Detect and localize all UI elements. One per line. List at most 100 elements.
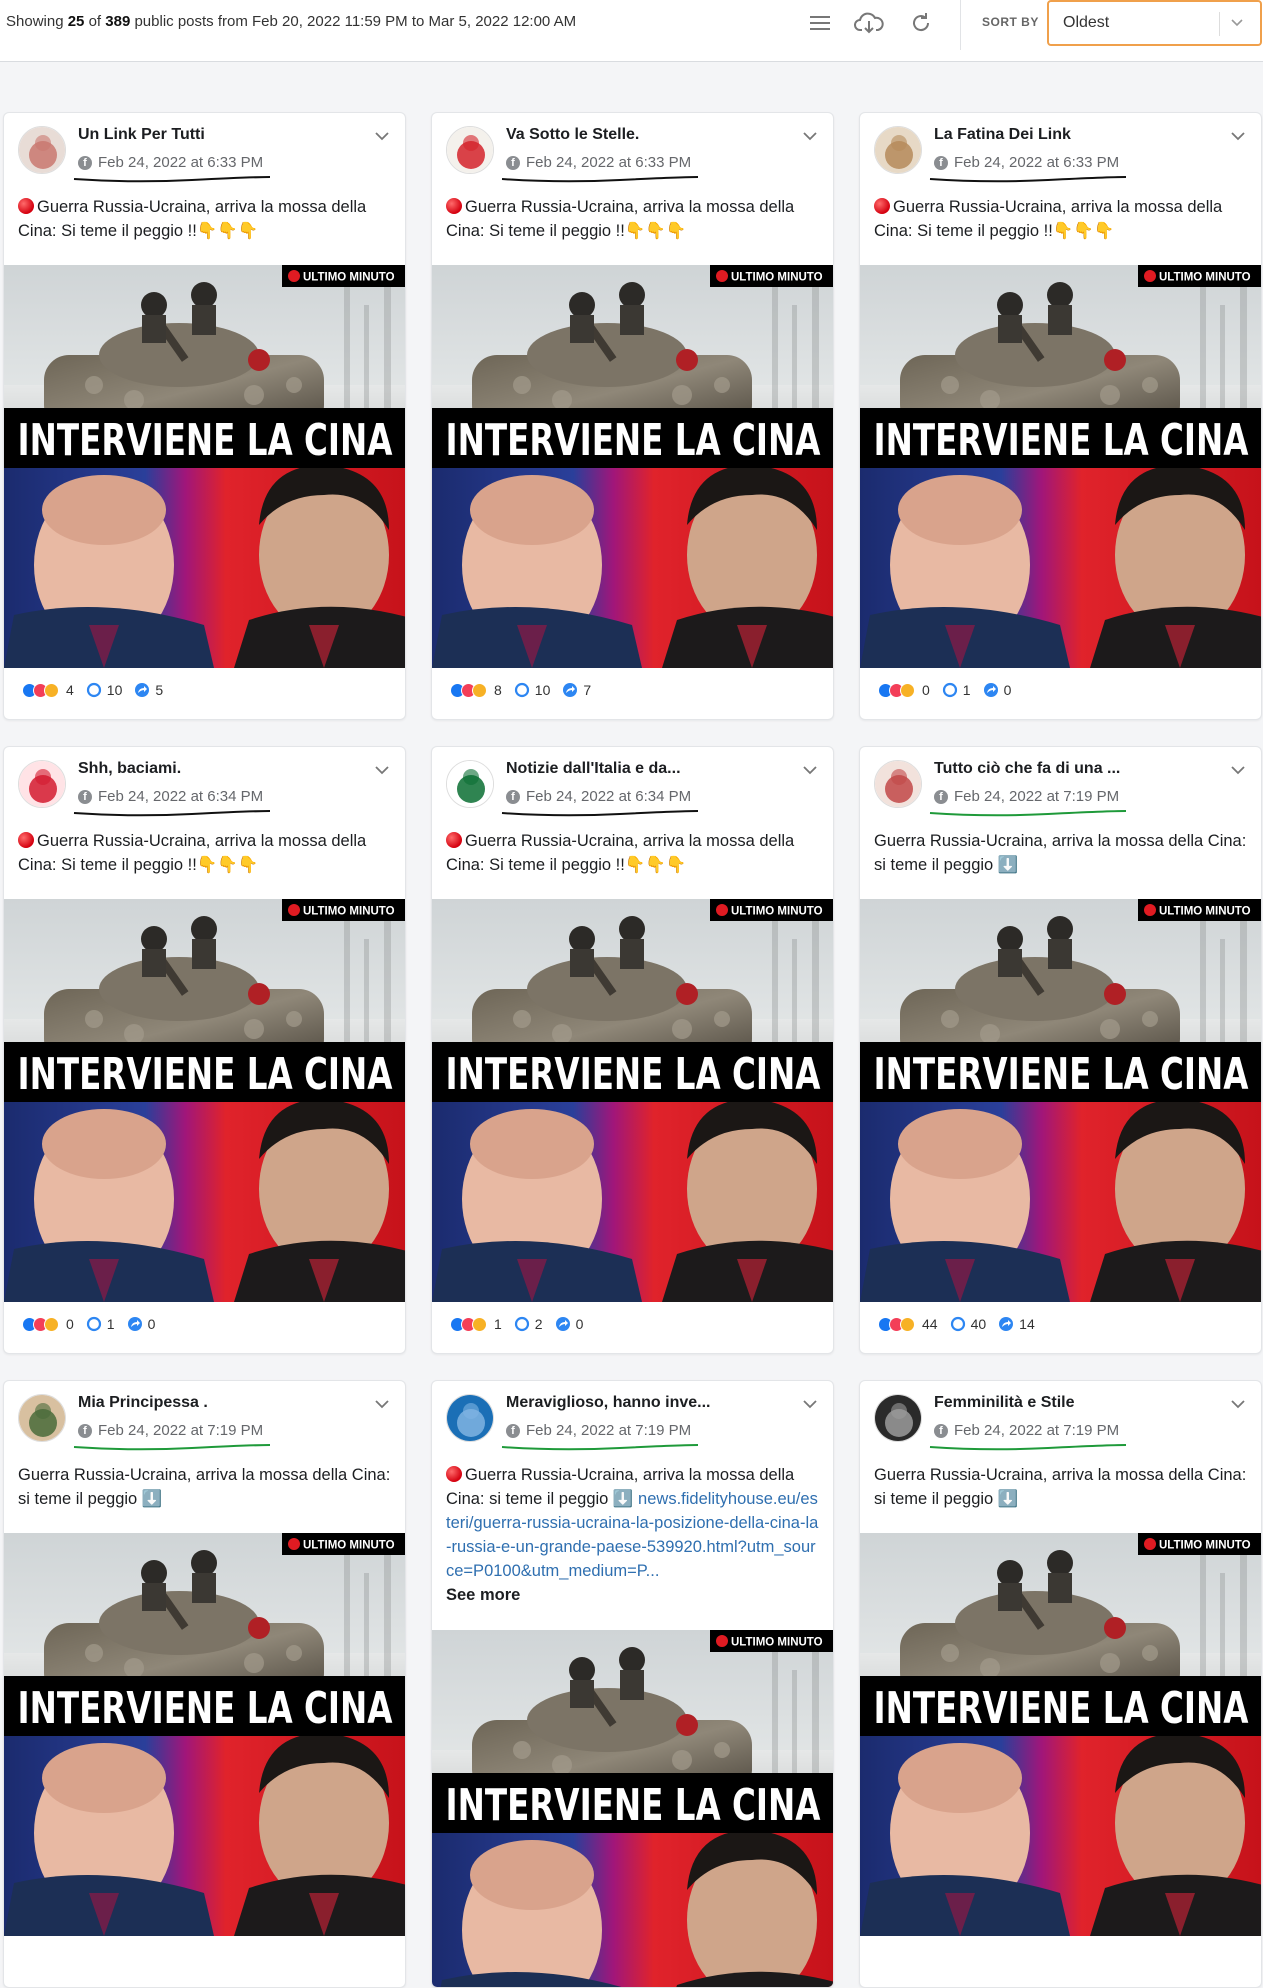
facebook-icon: f (934, 1423, 948, 1438)
comments-stat[interactable]: 1 (86, 1316, 115, 1332)
avatar[interactable] (18, 126, 66, 174)
post-card: Notizie dall'Italia e da... f Feb 24, 20… (431, 746, 834, 1354)
post-date[interactable]: Feb 24, 2022 at 7:19 PM (98, 1422, 263, 1439)
post-date[interactable]: Feb 24, 2022 at 6:34 PM (98, 788, 263, 805)
post-meta: f Feb 24, 2022 at 7:19 PM (78, 1422, 263, 1439)
post-date[interactable]: Feb 24, 2022 at 7:19 PM (954, 788, 1119, 805)
comments-stat[interactable]: 1 (942, 682, 971, 698)
post-date[interactable]: Feb 24, 2022 at 7:19 PM (526, 1422, 691, 1439)
post-media[interactable]: INTERVIENE LA CINA ULTIMO MINUTO (432, 1630, 834, 1988)
cloud-download-icon[interactable] (852, 8, 886, 38)
handwritten-underline (73, 810, 271, 817)
post-text: Guerra Russia-Ucraina, arriva la mossa d… (18, 198, 367, 240)
comments-stat[interactable]: 10 (86, 682, 122, 698)
shares-stat[interactable]: 7 (562, 682, 591, 698)
post-image[interactable]: INTERVIENE LA CINA ULTIMO MINUTO (4, 265, 406, 668)
reactions-stat[interactable]: 0 (878, 682, 930, 698)
post-menu-chevron-icon[interactable] (1229, 127, 1247, 150)
avatar[interactable] (874, 760, 922, 808)
post-image[interactable]: INTERVIENE LA CINA ULTIMO MINUTO (432, 1630, 834, 1988)
avatar[interactable] (446, 1394, 494, 1442)
author-name[interactable]: La Fatina Dei Link (934, 126, 1071, 144)
post-image[interactable]: INTERVIENE LA CINA ULTIMO MINUTO (860, 1533, 1262, 1936)
reactions-stat[interactable]: 4 (22, 682, 74, 698)
reactions-stat[interactable]: 44 (878, 1316, 938, 1332)
shares-stat[interactable]: 14 (998, 1316, 1035, 1332)
facebook-icon: f (934, 789, 948, 804)
post-media[interactable]: INTERVIENE LA CINA ULTIMO MINUTO (432, 899, 834, 1302)
post-date[interactable]: Feb 24, 2022 at 6:33 PM (98, 154, 263, 171)
reactions-stat[interactable]: 8 (450, 682, 502, 698)
image-headline: INTERVIENE LA CINA (18, 1683, 393, 1734)
post-menu-chevron-icon[interactable] (373, 1395, 391, 1418)
author-name[interactable]: Va Sotto le Stelle. (506, 126, 639, 144)
facebook-icon: f (506, 789, 520, 804)
post-image[interactable]: INTERVIENE LA CINA ULTIMO MINUTO (432, 899, 834, 1302)
comments-stat[interactable]: 10 (514, 682, 550, 698)
post-image[interactable]: INTERVIENE LA CINA ULTIMO MINUTO (860, 899, 1262, 1302)
shares-stat[interactable]: 0 (555, 1316, 583, 1332)
author-name[interactable]: Mia Principessa . (78, 1394, 208, 1412)
sort-select[interactable]: Oldest (1047, 0, 1262, 46)
share-icon (555, 1317, 570, 1331)
image-headline: INTERVIENE LA CINA (18, 415, 393, 466)
post-menu-chevron-icon[interactable] (1229, 1395, 1247, 1418)
post-media[interactable]: INTERVIENE LA CINA ULTIMO MINUTO (860, 265, 1262, 668)
post-media[interactable]: INTERVIENE LA CINA ULTIMO MINUTO (432, 265, 834, 668)
image-badge: ULTIMO MINUTO (731, 906, 823, 918)
comments-stat[interactable]: 40 (950, 1316, 986, 1332)
shares-stat[interactable]: 5 (134, 682, 163, 698)
post-text: Guerra Russia-Ucraina, arriva la mossa d… (874, 1466, 1247, 1508)
image-badge: ULTIMO MINUTO (731, 272, 823, 284)
see-more-link[interactable]: See more (446, 1583, 819, 1607)
post-image[interactable]: INTERVIENE LA CINA ULTIMO MINUTO (860, 265, 1262, 668)
avatar[interactable] (446, 760, 494, 808)
post-date[interactable]: Feb 24, 2022 at 6:33 PM (954, 154, 1119, 171)
comments-stat[interactable]: 2 (514, 1316, 543, 1332)
handwritten-underline (929, 176, 1127, 183)
author-name[interactable]: Shh, baciami. (78, 760, 181, 778)
post-date[interactable]: Feb 24, 2022 at 6:33 PM (526, 154, 691, 171)
list-icon[interactable] (803, 8, 837, 38)
shares-stat[interactable]: 0 (983, 682, 1011, 698)
avatar[interactable] (446, 126, 494, 174)
handwritten-underline (73, 176, 271, 183)
post-meta: f Feb 24, 2022 at 6:33 PM (506, 154, 691, 171)
post-stats: 44 40 14 (878, 1316, 1035, 1332)
post-media[interactable]: INTERVIENE LA CINA ULTIMO MINUTO (4, 1533, 406, 1936)
avatar[interactable] (874, 1394, 922, 1442)
post-image[interactable]: INTERVIENE LA CINA ULTIMO MINUTO (4, 899, 406, 1302)
image-badge: ULTIMO MINUTO (303, 1540, 395, 1552)
post-media[interactable]: INTERVIENE LA CINA ULTIMO MINUTO (4, 899, 406, 1302)
avatar[interactable] (874, 126, 922, 174)
author-name[interactable]: Femminilità e Stile (934, 1394, 1074, 1412)
image-badge: ULTIMO MINUTO (303, 906, 395, 918)
post-media[interactable]: INTERVIENE LA CINA ULTIMO MINUTO (860, 899, 1262, 1302)
post-date[interactable]: Feb 24, 2022 at 6:34 PM (526, 788, 691, 805)
avatar[interactable] (18, 1394, 66, 1442)
post-menu-chevron-icon[interactable] (801, 127, 819, 150)
reactions-stat[interactable]: 0 (22, 1316, 74, 1332)
author-name[interactable]: Tutto ciò che fa di una ... (934, 760, 1120, 778)
author-name[interactable]: Un Link Per Tutti (78, 126, 205, 144)
author-name[interactable]: Meraviglioso, hanno inve... (506, 1394, 710, 1412)
shares-stat[interactable]: 0 (127, 1316, 155, 1332)
avatar[interactable] (18, 760, 66, 808)
post-menu-chevron-icon[interactable] (373, 761, 391, 784)
red-circle-icon (18, 198, 34, 214)
post-menu-chevron-icon[interactable] (373, 127, 391, 150)
reactions-icon (878, 682, 915, 698)
post-menu-chevron-icon[interactable] (1229, 761, 1247, 784)
post-card: Shh, baciami. f Feb 24, 2022 at 6:34 PM … (3, 746, 406, 1354)
refresh-icon[interactable] (904, 8, 938, 38)
post-date[interactable]: Feb 24, 2022 at 7:19 PM (954, 1422, 1119, 1439)
post-media[interactable]: INTERVIENE LA CINA ULTIMO MINUTO (860, 1533, 1262, 1936)
post-menu-chevron-icon[interactable] (801, 761, 819, 784)
post-menu-chevron-icon[interactable] (801, 1395, 819, 1418)
author-name[interactable]: Notizie dall'Italia e da... (506, 760, 681, 778)
post-image[interactable]: INTERVIENE LA CINA ULTIMO MINUTO (432, 265, 834, 668)
reactions-stat[interactable]: 1 (450, 1316, 502, 1332)
post-media[interactable]: INTERVIENE LA CINA ULTIMO MINUTO (4, 265, 406, 668)
red-circle-icon (18, 832, 34, 848)
post-image[interactable]: INTERVIENE LA CINA ULTIMO MINUTO (4, 1533, 406, 1936)
